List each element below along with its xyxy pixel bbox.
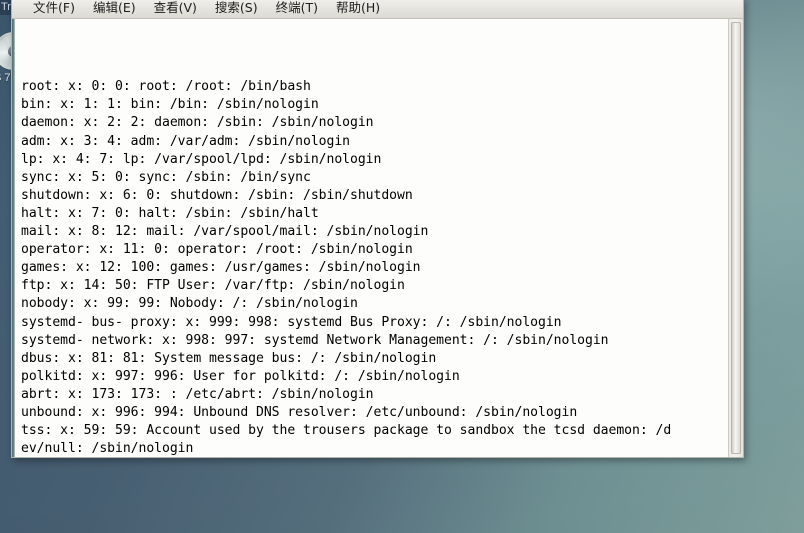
menu-help[interactable]: 帮助(H) bbox=[327, 0, 389, 18]
terminal-scrollbar[interactable] bbox=[728, 19, 743, 457]
desktop: Tra S 7 文件(F) 编辑(E) 查看(V) 搜索(S) 终端(T) 帮助… bbox=[0, 0, 804, 533]
terminal-line: sync: x: 5: 0: sync: /sbin: /bin/sync bbox=[21, 169, 311, 185]
terminal-line: polkitd: x: 997: 996: User for polkitd: … bbox=[21, 368, 460, 384]
terminal-window[interactable]: 文件(F) 编辑(E) 查看(V) 搜索(S) 终端(T) 帮助(H) root… bbox=[11, 0, 744, 458]
terminal-line: ev/null: /sbin/nologin bbox=[21, 441, 194, 457]
terminal-line: root: x: 0: 0: root: /root: /bin/bash bbox=[21, 79, 311, 95]
terminal-line: shutdown: x: 6: 0: shutdown: /sbin: /sbi… bbox=[21, 187, 413, 203]
terminal-line: bin: x: 1: 1: bin: /bin: /sbin/nologin bbox=[21, 97, 319, 113]
menu-view[interactable]: 查看(V) bbox=[145, 0, 206, 18]
terminal-line: adm: x: 3: 4: adm: /var/adm: /sbin/nolog… bbox=[21, 133, 350, 149]
menu-edit[interactable]: 编辑(E) bbox=[84, 0, 145, 18]
terminal-line: dbus: x: 81: 81: System message bus: /: … bbox=[21, 350, 437, 366]
menu-file[interactable]: 文件(F) bbox=[24, 0, 84, 18]
terminal-line: ftp: x: 14: 50: FTP User: /var/ftp: /sbi… bbox=[21, 278, 405, 294]
menu-terminal[interactable]: 终端(T) bbox=[267, 0, 327, 18]
terminal-body: root: x: 0: 0: root: /root: /bin/bash bin… bbox=[12, 19, 743, 457]
terminal-line: halt: x: 7: 0: halt: /sbin: /sbin/halt bbox=[21, 205, 319, 221]
terminal-line: tss: x: 59: 59: Account used by the trou… bbox=[21, 423, 672, 439]
terminal-line: operator: x: 11: 0: operator: /root: /sb… bbox=[21, 242, 413, 258]
terminal-line: unbound: x: 996: 994: Unbound DNS resolv… bbox=[21, 404, 578, 420]
scrollbar-thumb[interactable] bbox=[731, 22, 741, 454]
terminal-line: lp: x: 4: 7: lp: /var/spool/lpd: /sbin/n… bbox=[21, 151, 382, 167]
terminal-screen[interactable]: root: x: 0: 0: root: /root: /bin/bash bin… bbox=[15, 19, 728, 457]
terminal-line: systemd- bus- proxy: x: 999: 998: system… bbox=[21, 314, 562, 330]
terminal-line: daemon: x: 2: 2: daemon: /sbin: /sbin/no… bbox=[21, 115, 374, 131]
menu-bar: 文件(F) 编辑(E) 查看(V) 搜索(S) 终端(T) 帮助(H) bbox=[12, 0, 743, 19]
terminal-line: systemd- network: x: 998: 997: systemd N… bbox=[21, 332, 609, 348]
menu-search[interactable]: 搜索(S) bbox=[206, 0, 267, 18]
terminal-line: mail: x: 8: 12: mail: /var/spool/mail: /… bbox=[21, 224, 429, 240]
terminal-line: abrt: x: 173: 173: : /etc/abrt: /sbin/no… bbox=[21, 386, 374, 402]
terminal-line: nobody: x: 99: 99: Nobody: /: /sbin/nolo… bbox=[21, 296, 358, 312]
terminal-line: games: x: 12: 100: games: /usr/games: /s… bbox=[21, 260, 421, 276]
